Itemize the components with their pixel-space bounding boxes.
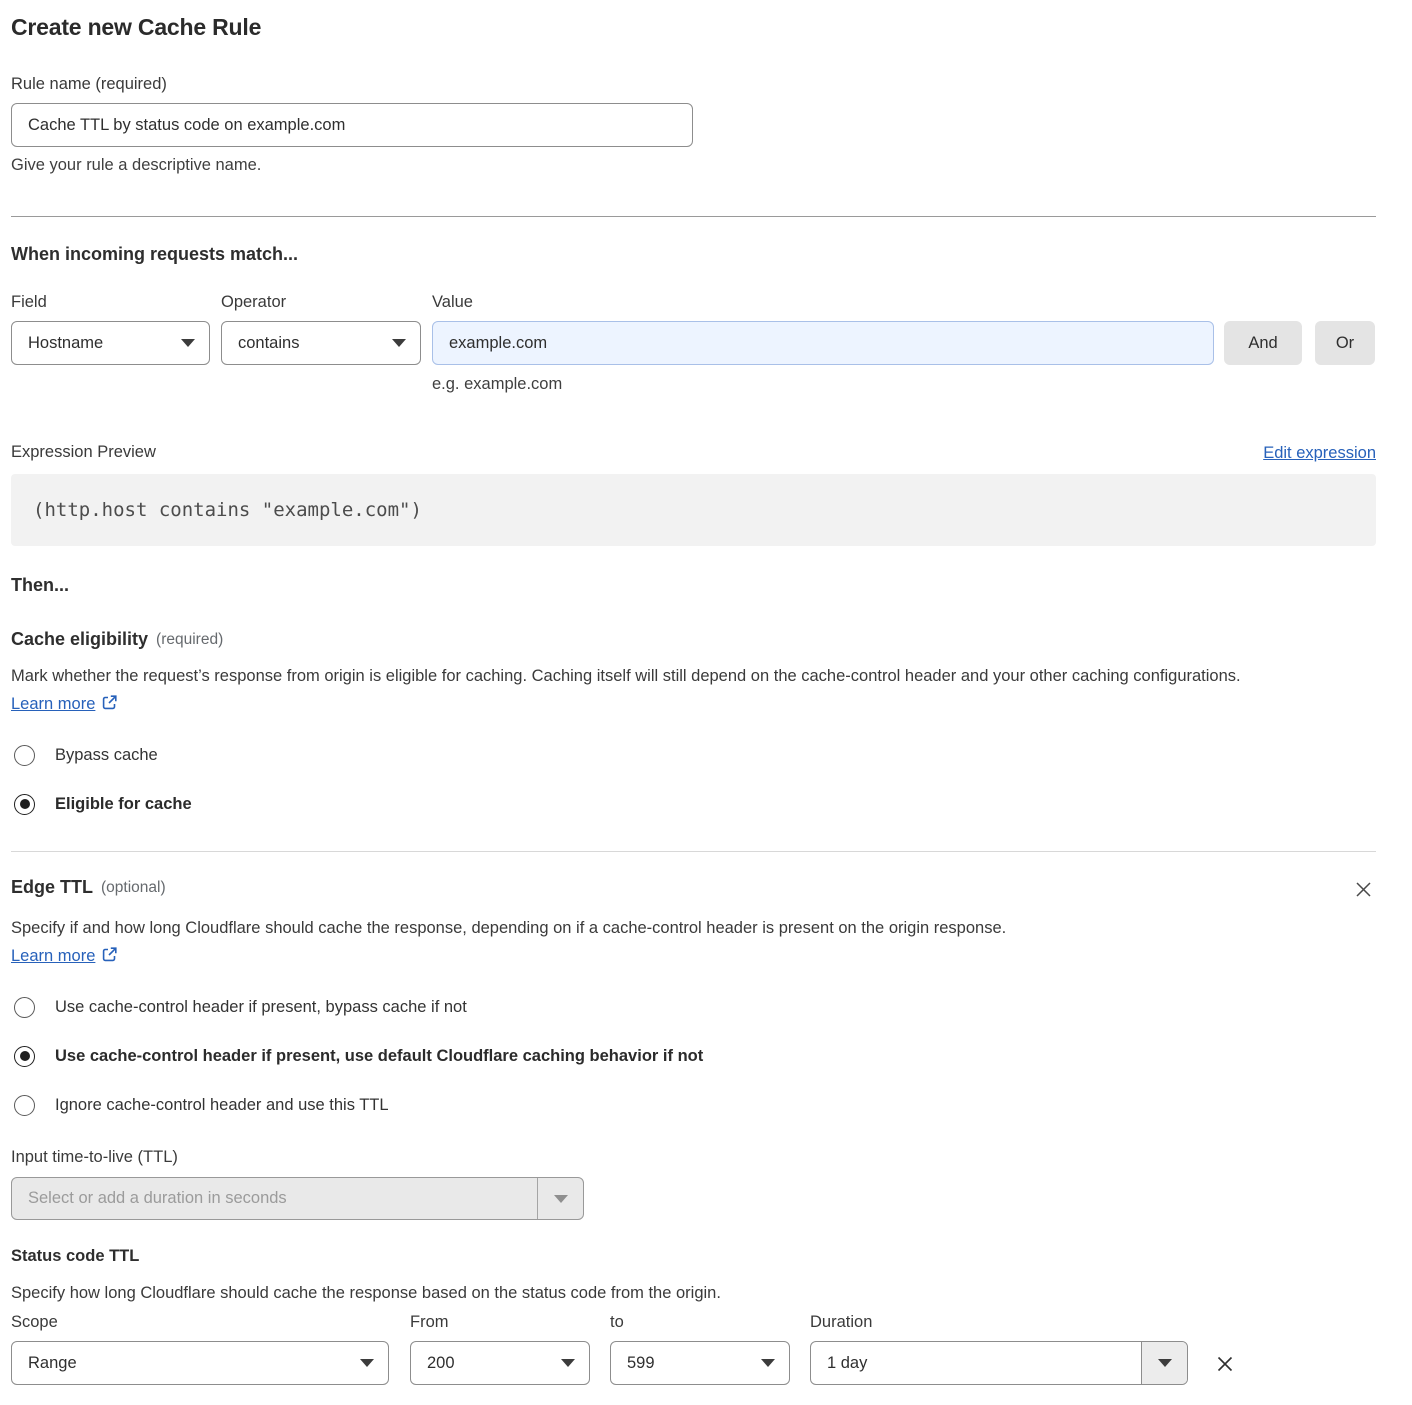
- scope-column: Scope Range: [11, 1311, 389, 1385]
- operator-select-value: contains: [238, 334, 299, 353]
- duration-value: 1 day: [811, 1342, 1141, 1384]
- edge-ttl-description: Specify if and how long Cloudflare shoul…: [11, 914, 1111, 970]
- ttl-duration-placeholder: Select or add a duration in seconds: [12, 1178, 537, 1219]
- status-code-ttl-heading: Status code TTL: [11, 1247, 1376, 1266]
- external-link-icon: [101, 694, 118, 711]
- rule-name-section: Rule name (required) Give your rule a de…: [11, 73, 1376, 176]
- radio-icon: [14, 745, 35, 766]
- status-code-ttl-row: Scope Range From 200 to 599: [11, 1311, 1376, 1385]
- duration-combobox[interactable]: 1 day: [810, 1341, 1188, 1385]
- radio-icon: [14, 997, 35, 1018]
- close-icon: [1214, 1353, 1236, 1375]
- scope-select[interactable]: Range: [11, 1341, 389, 1385]
- chevron-down-icon: [360, 1359, 374, 1367]
- create-cache-rule-form: Create new Cache Rule Rule name (require…: [11, 14, 1376, 1385]
- to-label: to: [610, 1311, 790, 1333]
- ttl-duration-combobox[interactable]: Select or add a duration in seconds: [11, 1177, 584, 1220]
- expression-preview-label: Expression Preview: [11, 441, 156, 463]
- match-section: When incoming requests match... Field Ho…: [11, 244, 1376, 395]
- from-label: From: [410, 1311, 590, 1333]
- bypass-cache-option[interactable]: Bypass cache: [14, 744, 1376, 766]
- learn-more-link[interactable]: Learn more: [11, 947, 118, 965]
- eligible-for-cache-option[interactable]: Eligible for cache: [14, 793, 1376, 815]
- to-select-value: 599: [627, 1354, 655, 1373]
- radio-icon: [14, 794, 35, 815]
- chevron-down-icon: [761, 1359, 775, 1367]
- field-column: Field Hostname: [11, 291, 210, 395]
- then-heading: Then...: [11, 575, 1376, 596]
- section-divider: [11, 216, 1376, 217]
- scope-label: Scope: [11, 1311, 389, 1333]
- match-heading: When incoming requests match...: [11, 244, 1376, 265]
- remove-status-code-ttl-button[interactable]: [1212, 1351, 1238, 1377]
- external-link-icon: [101, 946, 118, 963]
- close-edge-ttl-button[interactable]: [1351, 877, 1376, 902]
- learn-more-link[interactable]: Learn more: [11, 695, 118, 713]
- expression-code-block: (http.host contains "example.com"): [11, 474, 1376, 546]
- or-button[interactable]: Or: [1315, 321, 1375, 365]
- from-select[interactable]: 200: [410, 1341, 590, 1385]
- cache-eligibility-section: Cache eligibility (required) Mark whethe…: [11, 629, 1376, 815]
- rule-name-label: Rule name (required): [11, 73, 1376, 95]
- duration-arrow[interactable]: [1141, 1342, 1187, 1384]
- section-divider: [11, 851, 1376, 852]
- ttl-duration-arrow[interactable]: [537, 1178, 583, 1219]
- cache-eligibility-options: Bypass cache Eligible for cache: [11, 744, 1376, 815]
- expression-section: Expression Preview Edit expression (http…: [11, 441, 1376, 546]
- radio-icon: [14, 1095, 35, 1116]
- from-select-value: 200: [427, 1354, 455, 1373]
- cache-eligibility-qualifier: (required): [156, 631, 223, 649]
- close-icon: [1353, 879, 1374, 900]
- cache-eligibility-heading: Cache eligibility: [11, 629, 148, 650]
- status-code-ttl-description: Specify how long Cloudflare should cache…: [11, 1279, 1376, 1307]
- match-condition-row: Field Hostname Operator contains Value e…: [11, 291, 1376, 395]
- operator-select[interactable]: contains: [221, 321, 421, 365]
- value-helper: e.g. example.com: [432, 373, 1214, 395]
- cache-control-default-option[interactable]: Use cache-control header if present, use…: [14, 1045, 1376, 1067]
- chevron-down-icon: [1158, 1359, 1172, 1367]
- expression-code: (http.host contains "example.com"): [33, 499, 422, 521]
- operator-label: Operator: [221, 291, 421, 313]
- rule-name-input[interactable]: [11, 103, 693, 147]
- value-column: Value e.g. example.com: [432, 291, 1214, 395]
- edge-ttl-qualifier: (optional): [101, 879, 166, 897]
- to-column: to 599: [610, 1311, 790, 1385]
- to-select[interactable]: 599: [610, 1341, 790, 1385]
- field-label: Field: [11, 291, 210, 313]
- field-select[interactable]: Hostname: [11, 321, 210, 365]
- edge-ttl-heading: Edge TTL: [11, 877, 93, 898]
- value-input[interactable]: [432, 321, 1214, 365]
- duration-label: Duration: [810, 1311, 1188, 1333]
- chevron-down-icon: [561, 1359, 575, 1367]
- ignore-cache-control-option[interactable]: Ignore cache-control header and use this…: [14, 1094, 1376, 1116]
- duration-column: Duration 1 day: [810, 1311, 1188, 1385]
- ttl-input-label: Input time-to-live (TTL): [11, 1146, 1376, 1168]
- edge-ttl-section: Edge TTL (optional) Specify if and how l…: [11, 877, 1376, 1385]
- page-title: Create new Cache Rule: [11, 14, 1376, 41]
- rule-name-helper: Give your rule a descriptive name.: [11, 154, 1376, 176]
- edge-ttl-options: Use cache-control header if present, byp…: [11, 996, 1376, 1116]
- chevron-down-icon: [392, 339, 406, 347]
- scope-select-value: Range: [28, 1354, 77, 1373]
- chevron-down-icon: [554, 1195, 568, 1203]
- cache-control-bypass-option[interactable]: Use cache-control header if present, byp…: [14, 996, 1376, 1018]
- from-column: From 200: [410, 1311, 590, 1385]
- value-label: Value: [432, 291, 1214, 313]
- chevron-down-icon: [181, 339, 195, 347]
- operator-column: Operator contains: [221, 291, 421, 395]
- edit-expression-link[interactable]: Edit expression: [1263, 444, 1376, 463]
- field-select-value: Hostname: [28, 334, 103, 353]
- and-button[interactable]: And: [1224, 321, 1302, 365]
- cache-eligibility-description: Mark whether the request’s response from…: [11, 662, 1351, 718]
- radio-icon: [14, 1046, 35, 1067]
